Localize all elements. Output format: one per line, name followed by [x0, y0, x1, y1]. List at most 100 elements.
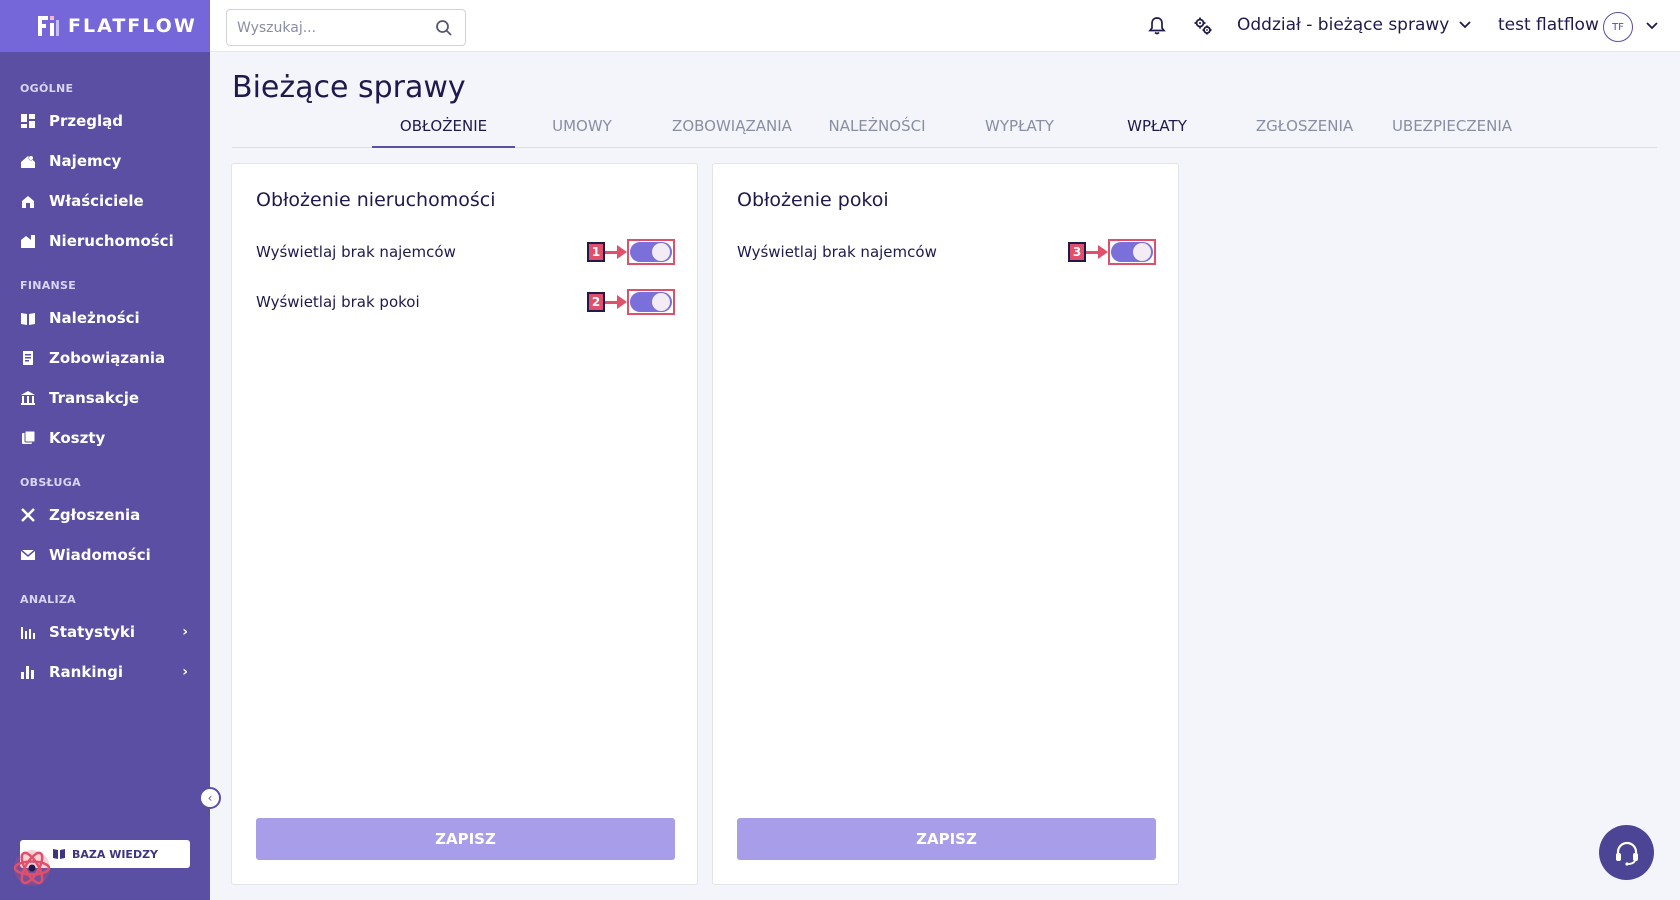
- tab-insurance[interactable]: UBEZPIECZENIA: [1382, 118, 1522, 148]
- top-header: Oddział - bieżące sprawy test flatflow T…: [210, 0, 1680, 52]
- sidebar-item-label: Należności: [49, 309, 140, 327]
- chevron-down-icon[interactable]: [1646, 17, 1658, 35]
- user-name[interactable]: test flatflow: [1498, 15, 1599, 35]
- tab-receivables[interactable]: NALEŻNOŚCI: [817, 118, 937, 148]
- tab-contracts[interactable]: UMOWY: [542, 118, 622, 148]
- section-label-finance: FINANSE: [20, 279, 77, 292]
- support-chat-button[interactable]: [1599, 825, 1654, 880]
- bell-icon[interactable]: [1147, 16, 1167, 36]
- receivables-icon: [21, 313, 35, 325]
- sidebar-item-costs[interactable]: Koszty: [0, 418, 210, 458]
- arrow-right-icon: [1086, 244, 1108, 259]
- sidebar-item-owners[interactable]: Właściciele: [0, 181, 210, 221]
- page-title: Bieżące sprawy: [232, 70, 466, 105]
- section-label-analysis: ANALIZA: [20, 593, 76, 606]
- card-title: Obłożenie nieruchomości: [256, 189, 496, 211]
- toggle-knob: [1133, 243, 1151, 261]
- sidebar-item-label: Nieruchomości: [49, 232, 174, 250]
- room-occupancy-card: Obłożenie pokoi Wyświetlaj brak najemców…: [712, 163, 1179, 885]
- toggle-switch-no-rooms[interactable]: [630, 292, 672, 312]
- arrow-right-icon: [605, 294, 627, 309]
- marker-number: 2: [587, 292, 605, 312]
- tab-payouts[interactable]: WYPŁATY: [972, 118, 1067, 148]
- toggle-highlight: 1: [587, 239, 675, 265]
- tools-icon: [21, 508, 35, 522]
- headset-icon: [1615, 841, 1638, 866]
- tab-occupancy[interactable]: OBŁOŻENIE: [372, 118, 515, 148]
- card-title: Obłożenie pokoi: [737, 189, 889, 211]
- costs-icon: [22, 430, 36, 444]
- ranking-icon: [21, 666, 34, 679]
- sidebar-item-properties[interactable]: Nieruchomości: [0, 221, 210, 261]
- sidebar-item-transactions[interactable]: Transakcje: [0, 378, 210, 418]
- search-input[interactable]: [237, 19, 417, 36]
- arrow-right-icon: [605, 244, 627, 259]
- sidebar-item-receivables[interactable]: Należności: [0, 298, 210, 338]
- sidebar: FLATFLOW OGÓLNE Przegląd Najemcy Właścic…: [0, 0, 210, 900]
- sidebar-item-label: Najemcy: [49, 152, 122, 170]
- react-devtools-icon[interactable]: [12, 848, 52, 888]
- sidebar-item-overview[interactable]: Przegląd: [0, 101, 210, 141]
- tenant-icon: [21, 155, 35, 168]
- sidebar-item-tenants[interactable]: Najemcy: [0, 141, 210, 181]
- sidebar-item-messages[interactable]: Wiadomości: [0, 535, 210, 575]
- setting-label: Wyświetlaj brak pokoi: [256, 293, 420, 311]
- chevron-down-icon: [1459, 21, 1471, 29]
- sidebar-item-label: Przegląd: [49, 112, 124, 130]
- branch-label: Oddział - bieżące sprawy: [1237, 15, 1450, 35]
- search-icon[interactable]: [435, 19, 453, 37]
- sidebar-item-label: Rankingi: [49, 663, 124, 681]
- marker-number: 3: [1068, 242, 1086, 262]
- sidebar-collapse-button[interactable]: ‹: [199, 787, 221, 809]
- chevron-right-icon: ›: [182, 664, 188, 680]
- save-button[interactable]: ZAPISZ: [737, 818, 1156, 860]
- tab-tickets[interactable]: ZGŁOSZENIA: [1247, 118, 1362, 148]
- tab-liabilities[interactable]: ZOBOWIĄZANIA: [662, 118, 802, 148]
- sidebar-item-liabilities[interactable]: Zobowiązania: [0, 338, 210, 378]
- chevron-left-icon: ‹: [207, 791, 213, 805]
- chevron-right-icon: ›: [182, 624, 188, 640]
- sidebar-item-rankings[interactable]: Rankingi ›: [0, 652, 210, 692]
- section-label-service: OBSŁUGA: [20, 476, 81, 489]
- sidebar-item-label: Właściciele: [49, 192, 144, 210]
- settings-gears-icon[interactable]: [1193, 16, 1213, 36]
- mail-icon: [20, 549, 36, 560]
- toggle-highlight: 3: [1068, 239, 1156, 265]
- sidebar-item-label: Zgłoszenia: [49, 506, 141, 524]
- sidebar-nav: OGÓLNE Przegląd Najemcy Właściciele Nier…: [0, 52, 210, 692]
- tab-payments[interactable]: WPŁATY: [1112, 118, 1202, 148]
- save-button[interactable]: ZAPISZ: [256, 818, 675, 860]
- sidebar-item-label: Zobowiązania: [49, 349, 166, 367]
- owners-icon: [22, 196, 34, 208]
- search-box[interactable]: [226, 9, 466, 46]
- toggle-switch-room-no-tenants[interactable]: [1111, 242, 1153, 262]
- flatflow-logo-icon: [38, 16, 59, 36]
- sidebar-item-tickets[interactable]: Zgłoszenia: [0, 495, 210, 535]
- setting-label: Wyświetlaj brak najemców: [256, 243, 456, 261]
- section-label-general: OGÓLNE: [20, 82, 74, 95]
- toggle-highlight: 2: [587, 289, 675, 315]
- setting-row-no-tenants: Wyświetlaj brak najemców 1: [256, 237, 675, 267]
- avatar[interactable]: TF: [1603, 12, 1633, 42]
- property-occupancy-card: Obłożenie nieruchomości Wyświetlaj brak …: [231, 163, 698, 885]
- book-icon: [52, 849, 65, 859]
- bank-icon: [21, 391, 35, 405]
- toggle-switch-no-tenants[interactable]: [630, 242, 672, 262]
- tab-bar: OBŁOŻENIE UMOWY ZOBOWIĄZANIA NALEŻNOŚCI …: [232, 112, 1657, 148]
- marker-number: 1: [587, 242, 605, 262]
- app-logo[interactable]: FLATFLOW: [0, 0, 210, 52]
- toggle-knob: [652, 293, 670, 311]
- setting-row-no-rooms: Wyświetlaj brak pokoi 2: [256, 287, 675, 317]
- sidebar-item-label: Koszty: [49, 429, 106, 447]
- sidebar-item-statistics[interactable]: Statystyki ›: [0, 612, 210, 652]
- annotation-marker: 1: [587, 242, 627, 262]
- property-icon: [21, 235, 35, 248]
- annotation-marker: 3: [1068, 242, 1108, 262]
- setting-row-no-tenants: Wyświetlaj brak najemców 3: [737, 237, 1156, 267]
- sidebar-item-label: Transakcje: [49, 389, 140, 407]
- setting-label: Wyświetlaj brak najemców: [737, 243, 937, 261]
- sidebar-item-label: Statystyki: [49, 623, 136, 641]
- toggle-knob: [652, 243, 670, 261]
- sidebar-item-label: Wiadomości: [49, 546, 151, 564]
- branch-selector[interactable]: Oddział - bieżące sprawy: [1237, 15, 1471, 35]
